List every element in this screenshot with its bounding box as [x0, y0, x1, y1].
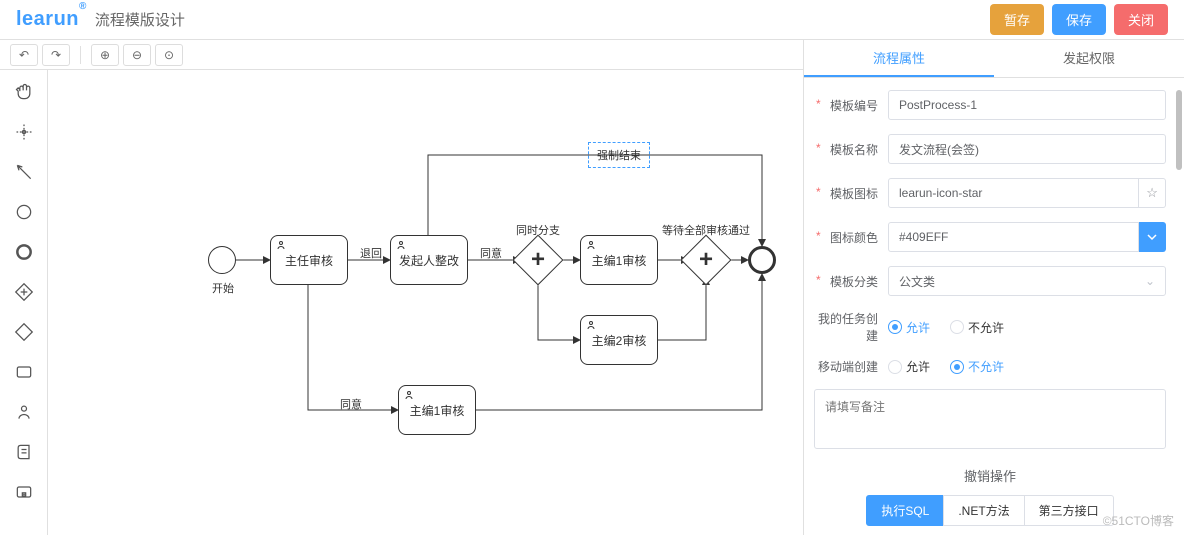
zoom-out-button[interactable]: ⊙ [155, 44, 183, 66]
task-label: 发起人整改 [399, 252, 459, 269]
palette [0, 70, 48, 535]
tab-props[interactable]: 流程属性 [804, 40, 994, 77]
toolbar: ↶ ↷ ⊕ ⊖ ⊙ [0, 40, 803, 70]
category-select[interactable]: 公文类⌄ [888, 266, 1166, 296]
hand-tool-icon[interactable] [10, 78, 38, 106]
category-label: 模板分类 [814, 273, 888, 290]
seg-sql-button[interactable]: 执行SQL [866, 495, 944, 526]
gateway-icon[interactable] [10, 278, 38, 306]
task-node[interactable]: 发起人整改 [390, 235, 468, 285]
task-icon[interactable] [10, 358, 38, 386]
close-button[interactable]: 关闭 [1114, 4, 1168, 35]
task-label: 主编1审核 [592, 252, 647, 269]
undo-button[interactable]: ↶ [10, 44, 38, 66]
task-label: 主编1审核 [410, 402, 465, 419]
parallel-gateway[interactable]: + [681, 235, 732, 286]
watermark: ©51CTO博客 [1103, 512, 1174, 529]
code-input[interactable] [888, 90, 1166, 120]
color-input[interactable] [888, 222, 1139, 252]
zoom-fit-button[interactable]: ⊕ [91, 44, 119, 66]
edge-label: 退回 [360, 245, 382, 261]
edge-label: 同意 [340, 396, 362, 412]
pause-button[interactable]: 暂存 [990, 4, 1044, 35]
zoom-in-button[interactable]: ⊖ [123, 44, 151, 66]
lasso-tool-icon[interactable] [10, 118, 38, 146]
task-label: 主任审核 [285, 252, 333, 269]
logo: learun® [16, 8, 87, 31]
script-task-icon[interactable] [10, 438, 38, 466]
color-label: 图标颜色 [814, 229, 888, 246]
task-node[interactable]: 主编1审核 [398, 385, 476, 435]
color-picker-button[interactable] [1139, 222, 1166, 252]
remark-textarea[interactable] [814, 389, 1166, 449]
start-label: 开始 [212, 280, 234, 296]
mytask-allow-radio[interactable]: 允许 [888, 319, 930, 336]
task-node[interactable]: 主编1审核 [580, 235, 658, 285]
save-button[interactable]: 保存 [1052, 4, 1106, 35]
end-event-icon[interactable] [10, 238, 38, 266]
subprocess-icon[interactable] [10, 478, 38, 506]
task-node[interactable]: 主编2审核 [580, 315, 658, 365]
edge-label: 同意 [480, 245, 502, 261]
name-label: 模板名称 [814, 141, 888, 158]
gateway-label: 同时分支 [516, 222, 560, 238]
start-event-icon[interactable] [10, 198, 38, 226]
icon-picker-button[interactable]: ☆ [1139, 178, 1166, 208]
task-label: 主编2审核 [592, 332, 647, 349]
mytask-label: 我的任务创建 [814, 310, 888, 344]
revoke-section-title: 撤销操作 [814, 466, 1166, 485]
task-node[interactable]: 主任审核 [270, 235, 348, 285]
mobile-deny-radio[interactable]: 不允许 [950, 358, 1004, 375]
seg-third-button[interactable]: 第三方接口 [1024, 495, 1114, 526]
tab-permission[interactable]: 发起权限 [994, 40, 1184, 77]
user-task-icon[interactable] [10, 398, 38, 426]
mobile-allow-radio[interactable]: 允许 [888, 358, 930, 375]
redo-button[interactable]: ↷ [42, 44, 70, 66]
end-event[interactable] [748, 246, 776, 274]
page-title: 流程模版设计 [95, 9, 185, 30]
icon-input[interactable] [888, 178, 1139, 208]
icon-label: 模板图标 [814, 185, 888, 202]
parallel-gateway[interactable]: + [513, 235, 564, 286]
space-tool-icon[interactable] [10, 158, 38, 186]
start-event[interactable] [208, 246, 236, 274]
scrollbar[interactable] [1176, 90, 1182, 170]
annotation[interactable]: 强制结束 [588, 142, 650, 168]
mobile-label: 移动端创建 [814, 358, 888, 375]
gateway-label: 等待全部审核通过 [662, 222, 750, 238]
code-label: 模板编号 [814, 97, 888, 114]
name-input[interactable] [888, 134, 1166, 164]
gateway-x-icon[interactable] [10, 318, 38, 346]
canvas[interactable]: 开始 主任审核 退回 发起人整改 同意 + 同时分支 [48, 70, 803, 535]
mytask-deny-radio[interactable]: 不允许 [950, 319, 1004, 336]
seg-net-button[interactable]: .NET方法 [943, 495, 1024, 526]
